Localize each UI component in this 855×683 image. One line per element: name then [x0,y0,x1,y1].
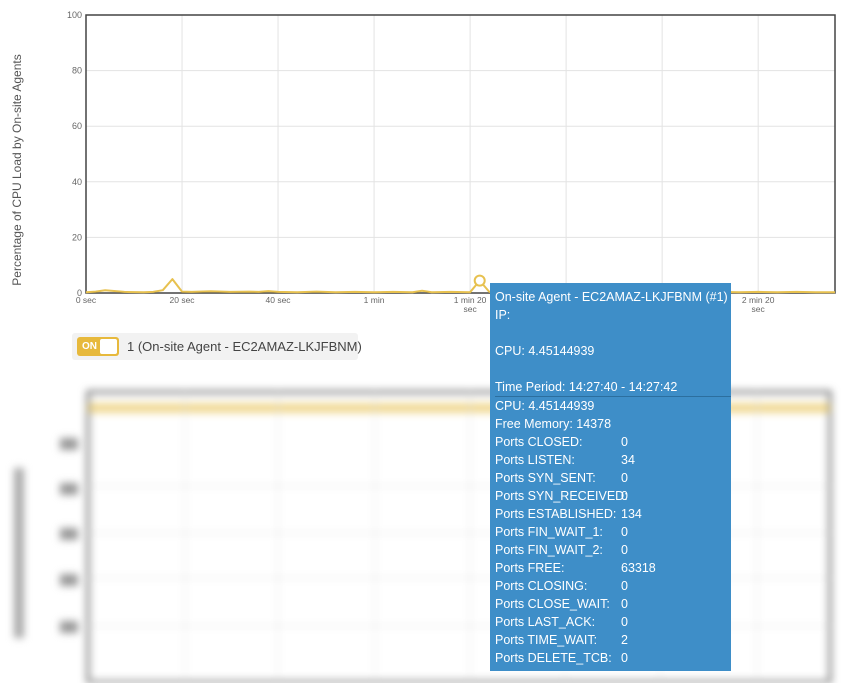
tooltip-port-name: Ports SYN_RECEIVED: [495,489,628,503]
toggle-on-label: ON [82,341,97,352]
tooltip-cpu: CPU: 4.45144939 [495,399,595,413]
tooltip-port-row: Ports LAST_ACK: 0 [495,613,726,631]
y-tick-label: 40 [72,177,82,187]
tooltip-port-value: 0 [621,579,628,593]
tooltip-port-value: 2 [621,633,628,647]
tooltip-port-name: Ports SYN_SENT: [495,471,596,485]
tooltip-cpu-header: CPU: 4.45144939 [495,344,595,358]
tooltip-port-value: 0 [621,597,628,611]
x-tick-label: 20 sec [170,295,196,305]
tooltip-port-name: Ports FIN_WAIT_1: [495,525,603,539]
tooltip-ip: IP: [495,308,511,322]
tooltip-port-row: Ports FREE: 63318 [495,559,726,577]
tooltip-port-name: Ports CLOSED: [495,435,583,449]
y-axis-label: Percentage of CPU Load by On-site Agents [10,54,24,285]
y-axis-ticks: 100806040200 [67,10,82,298]
tooltip-port-value: 134 [621,507,642,521]
tooltip-time-period: Time Period: 14:27:40 - 14:27:42 [495,378,731,397]
x-tick-label: 40 sec [266,295,292,305]
y-tick-label: 100 [67,10,82,20]
legend-series-label: 1 (On-site Agent - EC2AMAZ-LKJFBNM) [127,339,362,354]
series-toggle[interactable]: ON [77,337,119,356]
tooltip-port-value: 0 [621,525,628,539]
chart-grid [86,14,835,294]
x-tick-label: 1 min [364,295,385,305]
tooltip-port-row: Ports FIN_WAIT_2: 0 [495,541,726,559]
plot-area-border [85,14,836,294]
tooltip-port-row: Ports LISTEN: 34 [495,451,726,469]
y-tick-label: 60 [72,121,82,131]
legend: ON 1 (On-site Agent - EC2AMAZ-LKJFBNM) [72,333,362,360]
tooltip-port-row: Ports CLOSE_WAIT: 0 [495,595,726,613]
x-tick-label: sec [463,304,477,314]
tooltip-port-name: Ports FIN_WAIT_2: [495,543,603,557]
y-tick-label: 20 [72,232,82,242]
tooltip-port-value: 0 [621,471,628,485]
tooltip-free-memory: Free Memory: 14378 [495,417,612,431]
tooltip-port-value: 0 [621,651,628,665]
tooltip-port-row: Ports DELETE_TCB: 0 [495,649,726,667]
tooltip-port-row: Ports FIN_WAIT_1: 0 [495,523,726,541]
toggle-knob [100,339,117,354]
tooltip-port-row: Ports ESTABLISHED: 134 [495,505,726,523]
tooltip-port-name: Ports CLOSING: [495,579,588,593]
tooltip-port-name: Ports CLOSE_WAIT: [495,597,610,611]
tooltip-port-name: Ports LAST_ACK: [495,615,596,629]
tooltip-port-row: Ports CLOSED: 0 [495,433,726,451]
tooltip-port-row: Ports TIME_WAIT: 2 [495,631,726,649]
tooltip-port-row: Ports CLOSING: 0 [495,577,726,595]
tooltip-title: On-site Agent - EC2AMAZ-LKJFBNM (#1) [495,290,728,304]
tooltip-port-name: Ports ESTABLISHED: [495,507,617,521]
tooltip-port-row: Ports SYN_RECEIVED: 0 [495,487,726,505]
data-tooltip: On-site Agent - EC2AMAZ-LKJFBNM (#1) IP:… [490,283,731,671]
tooltip-ports-list: Ports CLOSED: 0 Ports LISTEN: 34 Ports SYN_S… [495,433,726,667]
tooltip-port-value: 0 [621,543,628,557]
tooltip-port-value: 34 [621,453,635,467]
tooltip-port-name: Ports TIME_WAIT: [495,633,598,647]
tooltip-port-value: 0 [621,435,628,449]
tooltip-port-name: Ports DELETE_TCB: [495,651,612,665]
x-tick-label: sec [752,304,766,314]
tooltip-port-name: Ports LISTEN: [495,453,575,467]
x-tick-label: 0 sec [76,295,97,305]
tooltip-port-row: Ports SYN_SENT: 0 [495,469,726,487]
tooltip-port-value: 0 [621,489,628,503]
cpu-load-chart: 100806040200 0 sec 20 sec 40 sec 1 min 1 min… [10,10,836,314]
tooltip-port-value: 0 [621,615,628,629]
tooltip-port-name: Ports FREE: [495,561,565,575]
tooltip-port-value: 63318 [621,561,656,575]
highlighted-point[interactable] [473,274,486,287]
y-tick-label: 80 [72,66,82,76]
